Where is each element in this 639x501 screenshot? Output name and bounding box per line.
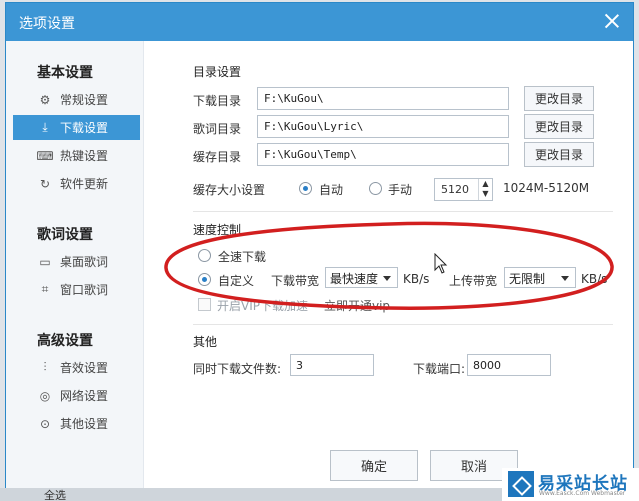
more-icon: ⊙ [39, 416, 51, 431]
cache-size-stepper[interactable]: 5120 ▲ ▼ [434, 178, 493, 201]
desktop-lyrics-icon: ▭ [39, 254, 51, 269]
divider [193, 324, 613, 325]
group-title-lyrics: 歌词设置 [37, 227, 93, 243]
cache-size-label: 缓存大小设置 [193, 183, 266, 197]
cache-manual-label: 手动 [388, 183, 413, 197]
sidebar-item-other[interactable]: ⊙ 其他设置 [13, 411, 140, 436]
sidebar-item-network[interactable]: ◎ 网络设置 [13, 383, 140, 408]
download-icon: ⤓ [42, 120, 48, 134]
cache-dir-label: 缓存目录 [193, 150, 242, 164]
cache-dir-field[interactable]: F:\KuGou\Temp\ [257, 143, 509, 166]
sidebar-item-hotkey[interactable]: ⌨ 热键设置 [13, 143, 140, 168]
cache-size-value: 5120 [441, 183, 469, 196]
group-title-advanced: 高级设置 [37, 333, 93, 349]
watermark: 易采站长站 Www.Easck.Com Webmaster [502, 468, 639, 501]
sidebar-item-label: 热键设置 [60, 149, 109, 163]
sidebar-item-label: 其他设置 [60, 417, 109, 431]
sidebar-item-label: 常规设置 [60, 93, 109, 107]
change-download-dir-button[interactable]: 更改目录 [524, 86, 594, 111]
cache-range-text: 1024M-5120M [503, 181, 590, 195]
sidebar-item-label: 软件更新 [60, 177, 109, 191]
mouse-cursor-icon [434, 253, 448, 274]
watermark-logo-icon [508, 471, 534, 497]
sidebar-item-desktop-lyrics[interactable]: ▭ 桌面歌词 [13, 249, 140, 274]
change-lyrics-dir-button[interactable]: 更改目录 [524, 114, 594, 139]
watermark-url: Www.Easck.Com Webmaster [539, 490, 626, 497]
sidebar-item-window-lyrics[interactable]: ⌗ 窗口歌词 [13, 277, 140, 302]
cache-manual-radio[interactable] [369, 182, 382, 195]
sidebar-item-label: 音效设置 [60, 361, 109, 375]
gear-icon: ⚙ [39, 92, 51, 107]
section-title-other: 其他 [193, 335, 218, 349]
sidebar-item-label: 窗口歌词 [60, 283, 109, 297]
lyrics-dir-field[interactable]: F:\KuGou\Lyric\ [257, 115, 509, 138]
lyrics-dir-label: 歌词目录 [193, 122, 242, 136]
sidebar-item-sound-effects[interactable]: ⫶ 音效设置 [13, 355, 140, 380]
keyboard-icon: ⌨ [36, 148, 54, 163]
concurrent-downloads-input[interactable]: 3 [290, 354, 374, 376]
sidebar-item-label: 下载设置 [60, 121, 109, 135]
title-bar: 选项设置 [6, 3, 633, 41]
sidebar-item-label: 桌面歌词 [60, 255, 109, 269]
download-dir-label: 下载目录 [193, 94, 242, 108]
stepper-arrows-icon[interactable]: ▲ ▼ [478, 179, 492, 200]
divider [193, 211, 613, 212]
dialog-title: 选项设置 [19, 16, 75, 32]
sidebar-item-label: 网络设置 [60, 389, 109, 403]
cache-auto-label: 自动 [319, 183, 344, 197]
download-dir-field[interactable]: F:\KuGou\ [257, 87, 509, 110]
close-icon[interactable] [603, 12, 621, 30]
sidebar-item-update[interactable]: ↻ 软件更新 [13, 171, 140, 196]
annotation-ellipse [164, 221, 614, 310]
sidebar-item-general[interactable]: ⚙ 常规设置 [13, 87, 140, 112]
cache-auto-radio[interactable] [299, 182, 312, 195]
window-lyrics-icon: ⌗ [41, 282, 49, 296]
ok-button[interactable]: 确定 [330, 450, 418, 481]
globe-icon: ◎ [39, 388, 51, 403]
settings-sidebar: 基本设置 ⚙ 常规设置 ⤓ 下载设置 ⌨ 热键设置 ↻ 软件更新 歌词设置 ▭ … [6, 41, 144, 496]
concurrent-downloads-label: 同时下载文件数: [193, 362, 282, 376]
group-title-basic: 基本设置 [37, 65, 93, 81]
section-title-directory: 目录设置 [193, 65, 242, 79]
change-cache-dir-button[interactable]: 更改目录 [524, 142, 594, 167]
download-port-label: 下载端口: [413, 362, 466, 376]
equalizer-icon: ⫶ [43, 360, 47, 374]
download-port-input[interactable]: 8000 [467, 354, 551, 376]
sidebar-item-download[interactable]: ⤓ 下载设置 [13, 115, 140, 140]
background-text: 全选 [44, 489, 66, 501]
refresh-icon: ↻ [39, 176, 51, 191]
